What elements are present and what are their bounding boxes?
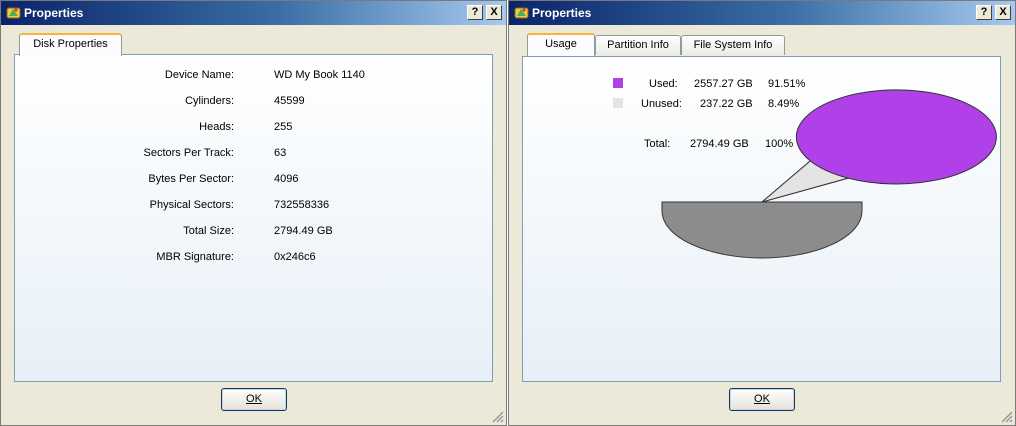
close-button[interactable]: X xyxy=(995,5,1011,20)
pie-depth xyxy=(661,201,863,259)
property-label: Heads: xyxy=(199,121,234,133)
property-value: WD My Book 1140 xyxy=(274,69,365,81)
property-value: 0x246c6 xyxy=(274,251,316,263)
property-row: Cylinders: 45599 xyxy=(15,95,492,109)
ok-button-label: OK xyxy=(246,393,262,405)
resize-grip-icon[interactable] xyxy=(492,411,504,423)
resize-grip-icon[interactable] xyxy=(1001,411,1013,423)
property-label: Sectors Per Track: xyxy=(143,147,234,159)
app-icon xyxy=(514,7,529,19)
title-bar[interactable]: Properties ? X xyxy=(1,1,506,25)
property-row: Device Name: WD My Book 1140 xyxy=(15,69,492,83)
property-value: 255 xyxy=(274,121,293,133)
help-button[interactable]: ? xyxy=(467,5,483,20)
property-value: 45599 xyxy=(274,95,305,107)
property-row: Bytes Per Sector: 4096 xyxy=(15,173,492,187)
property-label: Total Size: xyxy=(183,225,234,237)
property-row: Sectors Per Track: 63 xyxy=(15,147,492,161)
property-value: 732558336 xyxy=(274,199,330,211)
tab-strip: Usage Partition Info File System Info xyxy=(527,33,827,56)
window-title: Properties xyxy=(24,6,84,20)
disk-properties-panel: Device Name: WD My Book 1140 Cylinders: 455… xyxy=(14,54,493,382)
window-title: Properties xyxy=(532,6,592,20)
property-label: Physical Sectors: xyxy=(149,199,234,211)
tab-usage[interactable]: Usage xyxy=(527,33,595,56)
property-value: 63 xyxy=(274,147,287,159)
property-row: Physical Sectors: 732558336 xyxy=(15,199,492,213)
property-row: MBR Signature: 0x246c6 xyxy=(15,251,492,265)
ok-button[interactable]: OK xyxy=(729,388,795,411)
property-value: 4096 xyxy=(274,173,299,185)
property-value: 2794.49 GB xyxy=(274,225,333,237)
property-label: Cylinders: xyxy=(185,95,234,107)
tab-strip: Disk Properties xyxy=(19,33,219,56)
disk-properties-window: Properties ? X Disk Properties Device Na… xyxy=(0,0,507,426)
ok-button-label: OK xyxy=(754,393,770,405)
close-button[interactable]: X xyxy=(486,5,502,20)
property-label: MBR Signature: xyxy=(156,251,234,263)
ok-button[interactable]: OK xyxy=(221,388,287,411)
tab-partition-info[interactable]: Partition Info xyxy=(595,35,681,55)
property-label: Bytes Per Sector: xyxy=(148,173,234,185)
app-icon xyxy=(6,7,21,19)
tab-disk-properties[interactable]: Disk Properties xyxy=(19,33,122,56)
usage-properties-window: Properties ? X Usage Partition Info File… xyxy=(508,0,1016,426)
usage-panel: Used: 2557.27 GB 91.51% Unused: 237.22 G… xyxy=(522,56,1001,382)
help-button[interactable]: ? xyxy=(976,5,992,20)
property-row: Heads: 255 xyxy=(15,121,492,135)
property-row: Total Size: 2794.49 GB xyxy=(15,225,492,239)
property-label: Device Name: xyxy=(164,69,234,81)
title-bar[interactable]: Properties ? X xyxy=(509,1,1015,25)
usage-pie-chart xyxy=(661,89,997,259)
tab-file-system-info[interactable]: File System Info xyxy=(681,35,785,55)
